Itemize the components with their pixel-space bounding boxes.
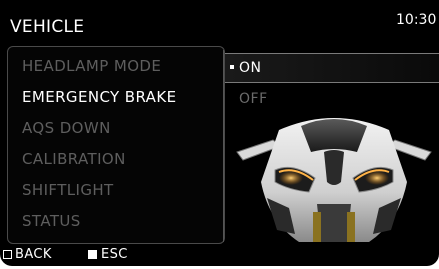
back-button[interactable]: BACK (15, 247, 52, 262)
outline-square-icon (3, 250, 12, 259)
motorcycle-front-image (236, 118, 432, 242)
panel-divider (223, 50, 224, 242)
option-off[interactable]: OFF (239, 91, 268, 107)
menu-item-status[interactable]: STATUS (22, 212, 81, 230)
esc-button[interactable]: ESC (101, 247, 128, 262)
menu-item-shiftlight[interactable]: SHIFTLIGHT (22, 181, 114, 199)
option-on-label: ON (239, 60, 262, 76)
selection-dot-icon (230, 65, 234, 69)
menu-item-aqs-down[interactable]: AQS DOWN (22, 119, 111, 137)
option-on[interactable]: ON (225, 53, 439, 83)
clock: 10:30 (396, 12, 437, 28)
menu-item-calibration[interactable]: CALIBRATION (22, 150, 126, 168)
filled-square-icon (88, 250, 97, 259)
menu-item-emergency-brake[interactable]: EMERGENCY BRAKE (22, 88, 176, 106)
page-title: VEHICLE (10, 17, 85, 37)
menu-panel: HEADLAMP MODE EMERGENCY BRAKE AQS DOWN C… (7, 46, 225, 244)
footer-bar: BACK ESC (0, 247, 439, 266)
menu-item-headlamp-mode[interactable]: HEADLAMP MODE (22, 57, 161, 75)
dashboard-screen: VEHICLE 10:30 HEADLAMP MODE EMERGENCY BR… (0, 0, 439, 266)
